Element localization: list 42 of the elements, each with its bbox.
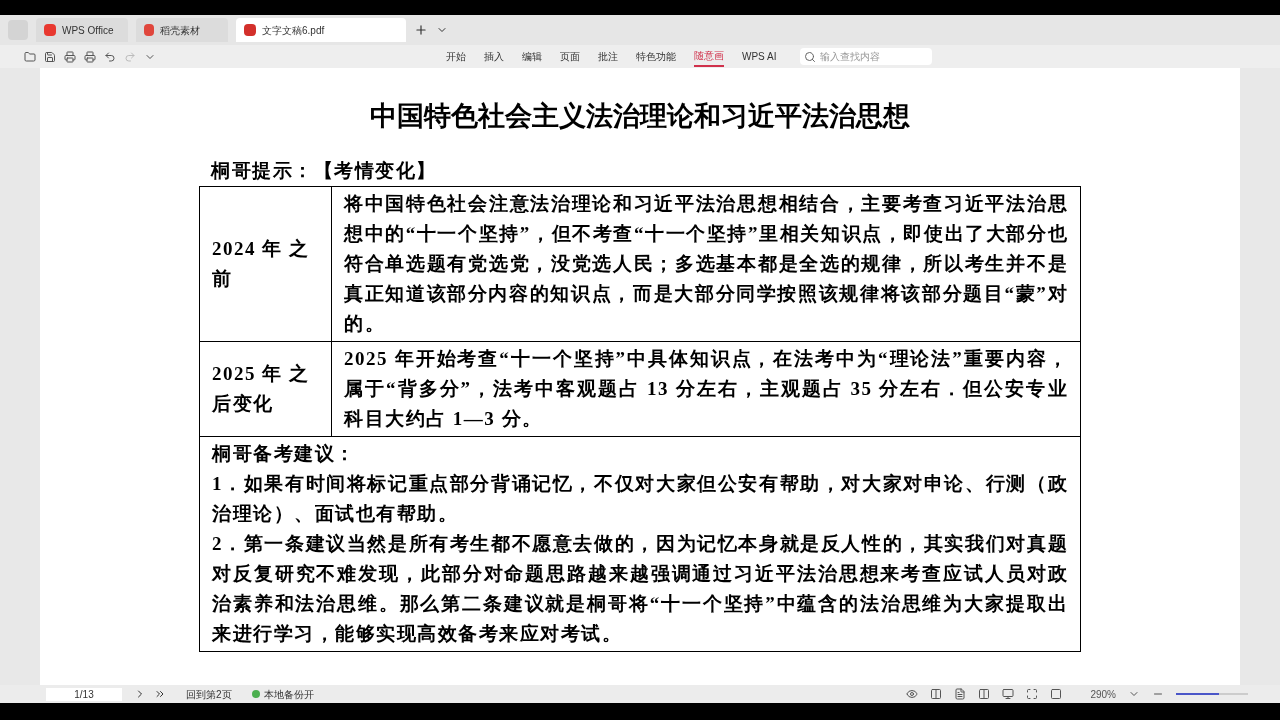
menu-tab[interactable]: 随意画 xyxy=(694,46,724,67)
advice-paragraph: 1．如果有时间将标记重点部分背诵记忆，不仅对大家但公安有帮助，对大家对申论、行测（政治理论）、面试也有帮助。 xyxy=(212,472,1068,526)
menu-tab[interactable]: WPS AI xyxy=(742,46,777,67)
hint-heading: 桐哥提示：【考情变化】 xyxy=(209,159,438,183)
menu-tab[interactable]: 特色功能 xyxy=(636,46,676,67)
single-page-icon[interactable] xyxy=(954,688,967,700)
back-link[interactable]: 回到第2页 xyxy=(186,686,232,702)
backup-status: 本地备份开 xyxy=(263,687,314,702)
menu-tab[interactable]: 插入 xyxy=(484,46,504,67)
tab[interactable]: WPS Office xyxy=(36,18,128,42)
search-field[interactable]: 输入查找内容 xyxy=(800,48,933,65)
logo-icon xyxy=(44,24,56,36)
last-page-icon[interactable] xyxy=(154,688,166,700)
undo-icon[interactable] xyxy=(104,50,116,63)
menu-tab[interactable]: 页面 xyxy=(560,46,580,67)
two-page-icon[interactable] xyxy=(978,688,991,700)
menu-tab[interactable]: 批注 xyxy=(598,46,618,67)
tab[interactable]: 稻壳素材 xyxy=(136,18,228,42)
table-cell-text: 2025 年开始考查“十一个坚持”中具体知识点，在法考中为“理论法”重要内容，属于“背多分”，法考中客观题占 13 分左右，主观题占 35 分左右．但公安专业科目大约占 1—3 分。 xyxy=(342,347,1069,431)
eye-icon[interactable] xyxy=(906,688,919,700)
menu-tab[interactable]: 编辑 xyxy=(522,46,542,67)
advice-paragraph: 2．第一条建议当然是所有考生都不愿意去做的，因为记忆本身就是反人性的，其实我们对真题对反复研究不难发现，此部分对命题思路越来越强调通过习近平法治思想来考查应试人员对政治素养和法治思维。那么第二条建议就是桐哥将“十一个坚持”中蕴含的法治思维为大家提取出来进行学习，能够实现高效备考来应对考试。 xyxy=(212,532,1068,646)
printer-icon[interactable] xyxy=(84,50,96,63)
page-icon[interactable] xyxy=(1050,688,1063,700)
menu-tab[interactable]: 开始 xyxy=(446,46,466,67)
table-cell-text: 将中国特色社会注意法治理论和习近平法治思想相结合，主要考查习近平法治思想中的“十一个坚持”，但不考查“十一个坚持”里相关知识点，即使出了大部分也符合单选题有党选党，没党选人民；多选基本都是全选的规律，所以考生并不是真正知道该部分内容的知识点，而是大部分同学按照该规律将该部分题目“蒙”对的。 xyxy=(342,192,1069,336)
document-title: 中国特色社会主义法治理论和习近平法治思想 xyxy=(370,100,910,133)
tab[interactable]: 文字文稿6.pdf xyxy=(236,18,406,42)
table-cell: 2024 年 之前 xyxy=(200,187,332,341)
save-icon[interactable] xyxy=(44,50,56,63)
pdf-icon xyxy=(244,24,256,36)
table-cell: 2025 年 之后变化 xyxy=(200,342,332,436)
fullscreen-icon[interactable] xyxy=(1026,688,1039,700)
zoom-value: 290% xyxy=(1090,687,1116,702)
folder-icon[interactable] xyxy=(24,50,36,63)
page-field[interactable]: 1/13 xyxy=(46,687,122,701)
document-icon xyxy=(144,24,154,36)
search-icon xyxy=(804,50,817,63)
printer-icon[interactable] xyxy=(64,50,76,63)
advice-heading: 桐哥备考建议： xyxy=(212,442,357,466)
screen-icon[interactable] xyxy=(1002,688,1015,700)
new-tab-icon[interactable] xyxy=(414,23,428,37)
